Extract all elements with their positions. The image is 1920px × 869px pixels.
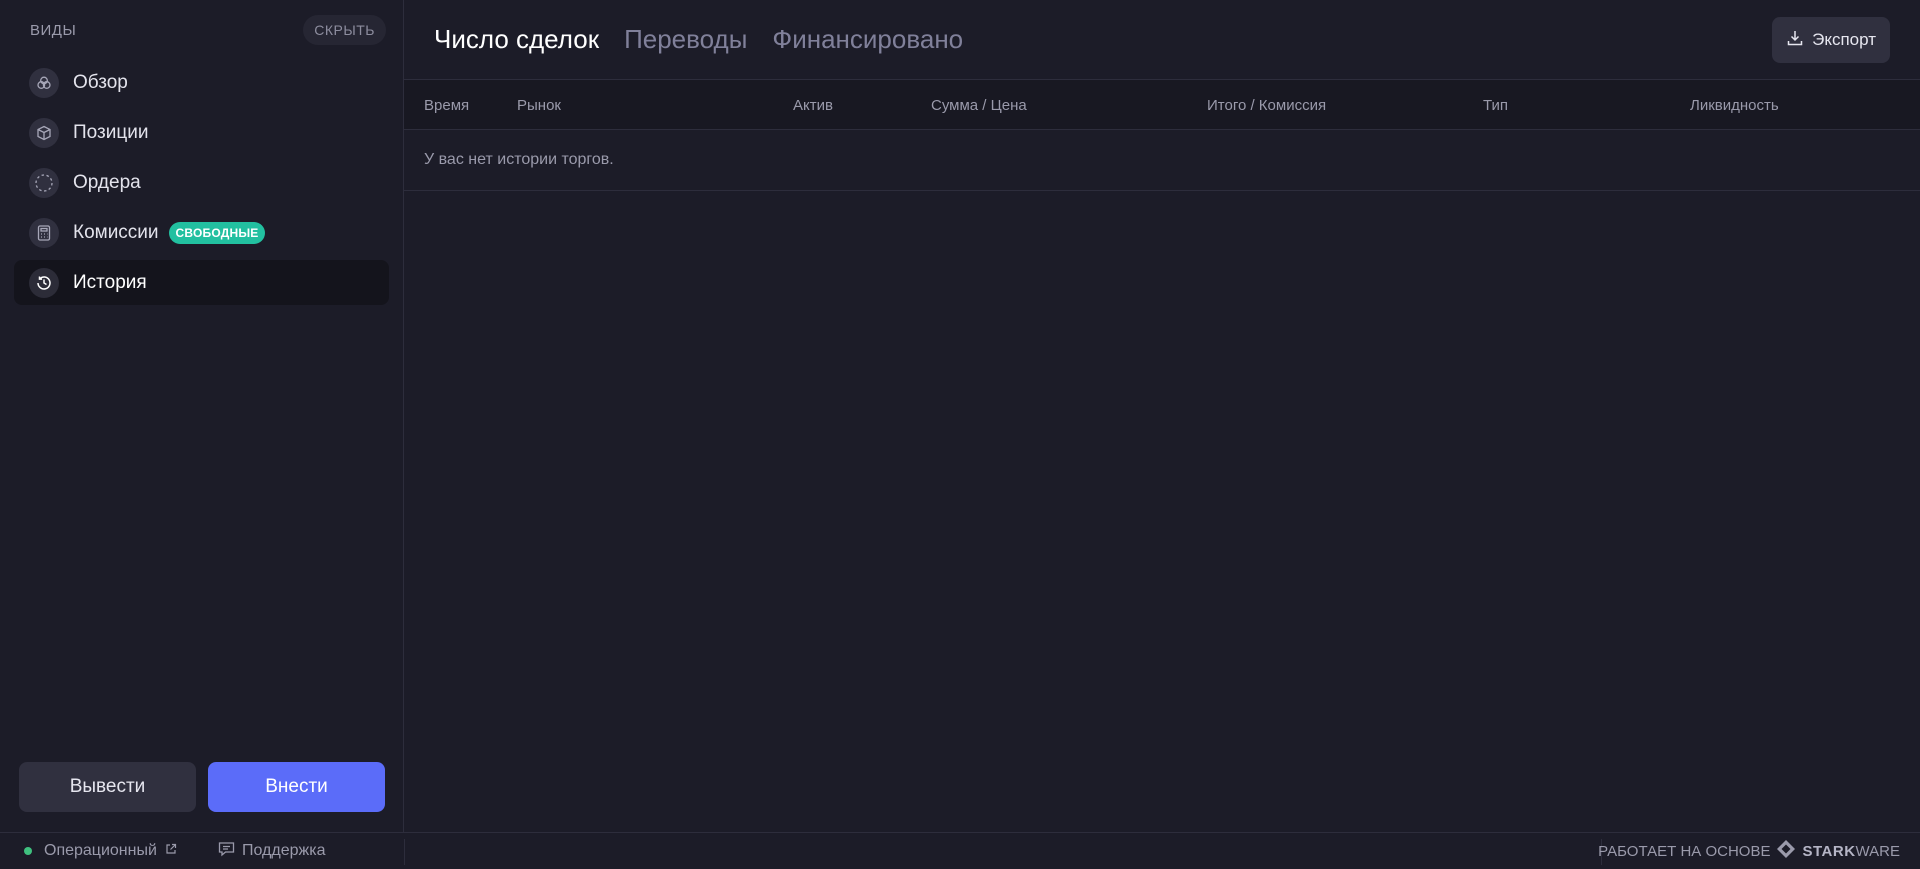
sidebar-item-label: История [73,271,147,293]
history-tabs: Число сделок Переводы Финансировано [404,0,1920,80]
sidebar-title: ВИДЫ [30,21,77,39]
sidebar-item-label: Позиции [73,121,149,143]
sidebar-item-fees[interactable]: Комиссии СВОБОДНЫЕ [14,210,389,255]
brand-bold: STARK [1802,842,1856,860]
brand-rest: WARE [1855,842,1900,860]
sidebar-item-orders[interactable]: Ордера [14,160,389,205]
sidebar-item-label: Ордера [73,171,141,193]
column-header-amount-price: Сумма / Цена [931,97,1027,114]
support-link[interactable]: Поддержка [218,833,325,869]
calculator-icon [29,217,59,248]
powered-by[interactable]: РАБОТАЕТ НА ОСНОВЕ STARKWARE [1598,833,1900,869]
starkware-logo-icon [1776,839,1796,863]
footer-divider [404,839,405,865]
app: ВИДЫ СКРЫТЬ Обзор Позиции Ордера Комисси… [0,0,1920,832]
external-link-icon [165,842,177,860]
support-label: Поддержка [242,842,326,859]
main-panel: Число сделок Переводы Финансировано Эксп… [404,0,1920,832]
sidebar: ВИДЫ СКРЫТЬ Обзор Позиции Ордера Комисси… [0,0,404,832]
cube-icon [29,117,59,148]
export-button[interactable]: Экспорт [1772,17,1890,63]
sidebar-item-overview[interactable]: Обзор [14,60,389,105]
dashed-circle-icon [29,167,59,198]
chat-icon [218,841,235,862]
sidebar-header: ВИДЫ СКРЫТЬ [0,0,403,60]
starkware-brand: STARKWARE [1802,843,1900,860]
column-header-time: Время [424,97,470,114]
empty-state-row: У вас нет истории торгов. [404,130,1920,191]
sidebar-nav: Обзор Позиции Ордера Комиссии СВОБОДНЫЕ [0,60,403,305]
status-dot-icon [24,847,32,855]
empty-state-message: У вас нет истории торгов. [424,151,614,168]
sidebar-actions: Вывести Внести [19,762,385,812]
withdraw-button[interactable]: Вывести [19,762,196,812]
column-header-liquidity: Ликвидность [1690,97,1779,114]
tab-trades[interactable]: Число сделок [434,24,599,55]
hide-sidebar-button[interactable]: СКРЫТЬ [303,15,386,45]
status-link[interactable]: Операционный [24,833,177,869]
sidebar-item-label: Обзор [73,71,128,93]
history-icon [29,267,59,298]
column-header-market: Рынок [517,97,561,114]
status-label: Операционный [44,842,157,859]
tab-transfers[interactable]: Переводы [624,24,747,55]
sidebar-item-positions[interactable]: Позиции [14,110,389,155]
deposit-button[interactable]: Внести [208,762,385,812]
column-header-type: Тип [1483,97,1509,114]
column-header-total-fee: Итого / Комиссия [1207,97,1327,114]
column-header-asset: Актив [793,97,833,114]
footer: Операционный Поддержка РАБОТАЕТ НА ОСНОВ… [0,832,1920,869]
sidebar-item-label: Комиссии [73,221,159,243]
export-label: Экспорт [1812,30,1876,49]
download-icon [1786,29,1804,52]
table-header: Время Рынок Актив Сумма / Цена Итого / К… [404,80,1920,130]
tab-funding[interactable]: Финансировано [772,24,963,55]
free-badge: СВОБОДНЫЕ [168,221,266,244]
overview-icon [29,67,59,98]
sidebar-item-history[interactable]: История [14,260,389,305]
powered-by-label: РАБОТАЕТ НА ОСНОВЕ [1598,842,1771,860]
